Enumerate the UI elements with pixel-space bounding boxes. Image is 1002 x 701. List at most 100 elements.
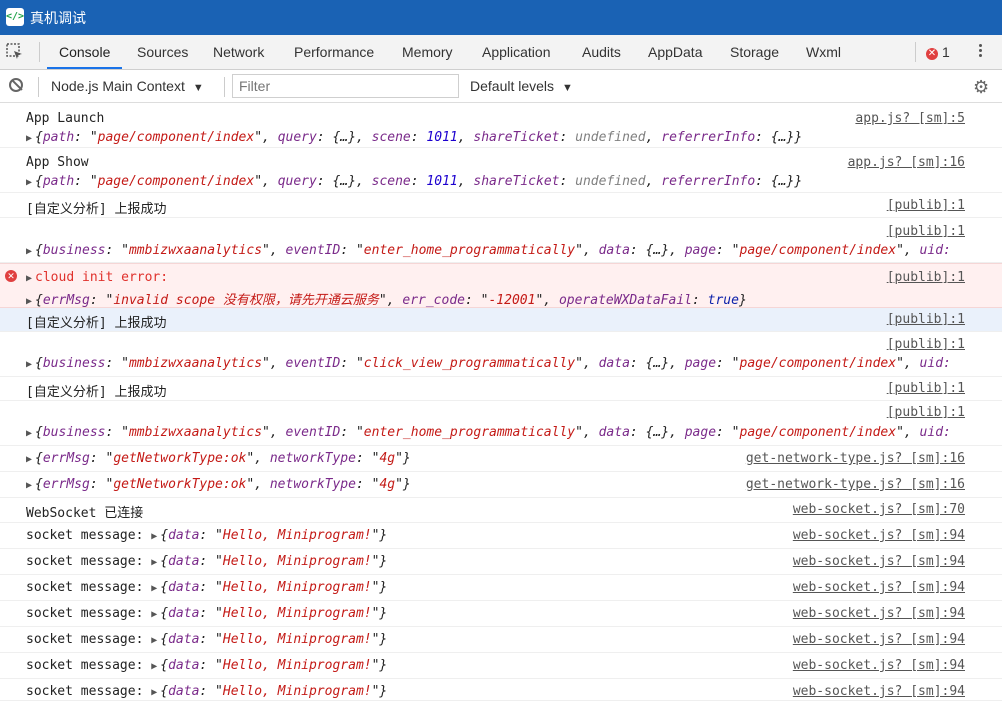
filter-input[interactable]	[232, 74, 459, 98]
log-message: socket message: ▶ {data: "Hello, Miniprog…	[26, 528, 388, 543]
expand-triangle-icon: ▶	[151, 635, 158, 646]
tab-console[interactable]: Console	[47, 35, 123, 69]
caret-down-icon: ▼	[192, 82, 204, 94]
source-link[interactable]: web-socket.js? [sm]:94	[793, 554, 965, 569]
tab-application[interactable]: Application	[470, 35, 563, 69]
gear-icon[interactable]: ⚙	[973, 77, 989, 98]
error-icon: ✕	[5, 270, 17, 282]
error-count-badge[interactable]: ✕ 1	[926, 44, 950, 60]
source-link[interactable]: web-socket.js? [sm]:94	[793, 632, 965, 647]
expand-triangle-icon: ▶	[26, 428, 33, 439]
log-message: socket message: ▶ {data: "Hello, Miniprog…	[26, 606, 388, 621]
log-entry: [publib]:1 ▶ {business: "mmbizwxaanalytic…	[0, 332, 1002, 377]
log-message: [自定义分析] 上报成功	[26, 316, 167, 331]
source-link[interactable]: [publib]:1	[887, 224, 965, 239]
context-selector[interactable]: Node.js Main Context ▼	[51, 78, 204, 94]
log-entry: socket message: ▶ {data: "Hello, Miniprog…	[0, 679, 1002, 701]
object-preview[interactable]: ▶ {data: "Hello, Miniprogram!"}	[151, 632, 387, 647]
object-preview[interactable]: ▶ {path: "page/component/index", query: {…	[26, 174, 802, 189]
source-link[interactable]: [publib]:1	[887, 381, 965, 396]
log-message: socket message: ▶ {data: "Hello, Miniprog…	[26, 658, 388, 673]
object-preview[interactable]: ▶ {errMsg: "getNetworkType:ok", networkTy…	[26, 451, 411, 466]
log-message: socket message: ▶ {data: "Hello, Miniprog…	[26, 580, 388, 595]
source-link[interactable]: web-socket.js? [sm]:94	[793, 684, 965, 699]
console-output: App Launch app.js? [sm]:5 ▶ {path: "page/…	[0, 103, 1002, 701]
object-preview[interactable]: ▶ {business: "mmbizwxaanalytics", eventID…	[26, 243, 951, 258]
divider	[39, 42, 40, 62]
object-preview[interactable]: ▶ {data: "Hello, Miniprogram!"}	[151, 580, 387, 595]
tab-appdata[interactable]: AppData	[636, 35, 714, 69]
log-entry: socket message: ▶ {data: "Hello, Miniprog…	[0, 653, 1002, 679]
divider	[38, 77, 39, 97]
object-preview[interactable]: ▶ {data: "Hello, Miniprogram!"}	[151, 658, 387, 673]
clear-console-icon[interactable]	[9, 78, 23, 92]
log-message: socket message: ▶ {data: "Hello, Miniprog…	[26, 684, 388, 699]
log-message: App Show	[26, 155, 89, 170]
object-preview[interactable]: ▶ {business: "mmbizwxaanalytics", eventID…	[26, 425, 951, 440]
source-link[interactable]: [publib]:1	[887, 337, 965, 352]
tab-performance[interactable]: Performance	[282, 35, 386, 69]
log-message: [自定义分析] 上报成功	[26, 202, 167, 217]
log-entry: ▶ {errMsg: "getNetworkType:ok", networkTy…	[0, 446, 1002, 472]
error-message[interactable]: ▶ cloud init error:	[26, 270, 168, 285]
object-preview[interactable]: ▶ {data: "Hello, Miniprogram!"}	[151, 606, 387, 621]
source-link[interactable]: app.js? [sm]:16	[848, 155, 965, 170]
source-link[interactable]: web-socket.js? [sm]:94	[793, 658, 965, 673]
source-link[interactable]: web-socket.js? [sm]:94	[793, 580, 965, 595]
log-entry: socket message: ▶ {data: "Hello, Miniprog…	[0, 549, 1002, 575]
object-preview[interactable]: ▶ {errMsg: "invalid scope 没有权限，请先开通云服务", …	[26, 289, 747, 308]
object-preview[interactable]: ▶ {path: "page/component/index", query: {…	[26, 130, 802, 145]
log-message: socket message: ▶ {data: "Hello, Miniprog…	[26, 554, 388, 569]
log-entry: App Show app.js? [sm]:16 ▶ {path: "page/c…	[0, 148, 1002, 193]
log-entry: socket message: ▶ {data: "Hello, Miniprog…	[0, 523, 1002, 549]
source-link[interactable]: [publib]:1	[887, 405, 965, 420]
error-count: 1	[942, 44, 950, 60]
error-icon: ✕	[926, 48, 938, 60]
object-preview[interactable]: ▶ {data: "Hello, Miniprogram!"}	[151, 528, 387, 543]
log-message: WebSocket 已连接	[26, 506, 144, 521]
tab-memory[interactable]: Memory	[390, 35, 465, 69]
source-link[interactable]: [publib]:1	[887, 312, 965, 327]
expand-triangle-icon: ▶	[26, 296, 33, 307]
object-preview[interactable]: ▶ {data: "Hello, Miniprogram!"}	[151, 684, 387, 699]
context-label: Node.js Main Context	[51, 78, 185, 94]
expand-triangle-icon: ▶	[26, 246, 33, 257]
expand-triangle-icon: ▶	[26, 480, 33, 491]
expand-triangle-icon: ▶	[151, 687, 158, 698]
log-entry: App Launch app.js? [sm]:5 ▶ {path: "page/…	[0, 103, 1002, 148]
source-link[interactable]: web-socket.js? [sm]:94	[793, 528, 965, 543]
log-entry: [自定义分析] 上报成功 [publib]:1	[0, 377, 1002, 401]
log-message: socket message: ▶ {data: "Hello, Miniprog…	[26, 632, 388, 647]
object-preview[interactable]: ▶ {business: "mmbizwxaanalytics", eventID…	[26, 356, 951, 371]
source-link[interactable]: [publib]:1	[887, 270, 965, 285]
expand-triangle-icon: ▶	[26, 359, 33, 370]
inspect-icon[interactable]	[6, 43, 24, 61]
expand-triangle-icon: ▶	[26, 177, 33, 188]
log-message: App Launch	[26, 111, 105, 126]
expand-triangle-icon: ▶	[26, 133, 33, 144]
devtools-tabbar: Console Sources Network Performance Memo…	[0, 35, 1002, 70]
expand-triangle-icon: ▶	[26, 273, 33, 284]
levels-label: Default levels	[470, 78, 555, 94]
console-toolbar: Node.js Main Context ▼ Default levels ▼	[0, 70, 1002, 103]
log-levels-selector[interactable]: Default levels ▼	[470, 78, 573, 94]
tab-audits[interactable]: Audits	[570, 35, 633, 69]
object-preview[interactable]: ▶ {errMsg: "getNetworkType:ok", networkTy…	[26, 477, 411, 492]
source-link[interactable]: web-socket.js? [sm]:94	[793, 606, 965, 621]
source-link[interactable]: web-socket.js? [sm]:70	[793, 502, 965, 517]
tab-sources[interactable]: Sources	[125, 35, 200, 69]
source-link[interactable]: [publib]:1	[887, 198, 965, 213]
more-icon[interactable]	[978, 42, 984, 62]
expand-triangle-icon: ▶	[151, 661, 158, 672]
source-link[interactable]: get-network-type.js? [sm]:16	[746, 451, 965, 466]
expand-triangle-icon: ▶	[151, 609, 158, 620]
tab-network[interactable]: Network	[201, 35, 276, 69]
tab-storage[interactable]: Storage	[718, 35, 791, 69]
source-link[interactable]: get-network-type.js? [sm]:16	[746, 477, 965, 492]
log-entry: [自定义分析] 上报成功 [publib]:1	[0, 193, 1002, 218]
object-preview[interactable]: ▶ {data: "Hello, Miniprogram!"}	[151, 554, 387, 569]
error-entry: ✕ ▶ cloud init error: [publib]:1 ▶ {errMsg…	[0, 263, 1002, 308]
tab-wxml[interactable]: Wxml	[794, 35, 853, 69]
divider	[224, 77, 225, 97]
source-link[interactable]: app.js? [sm]:5	[855, 111, 965, 126]
